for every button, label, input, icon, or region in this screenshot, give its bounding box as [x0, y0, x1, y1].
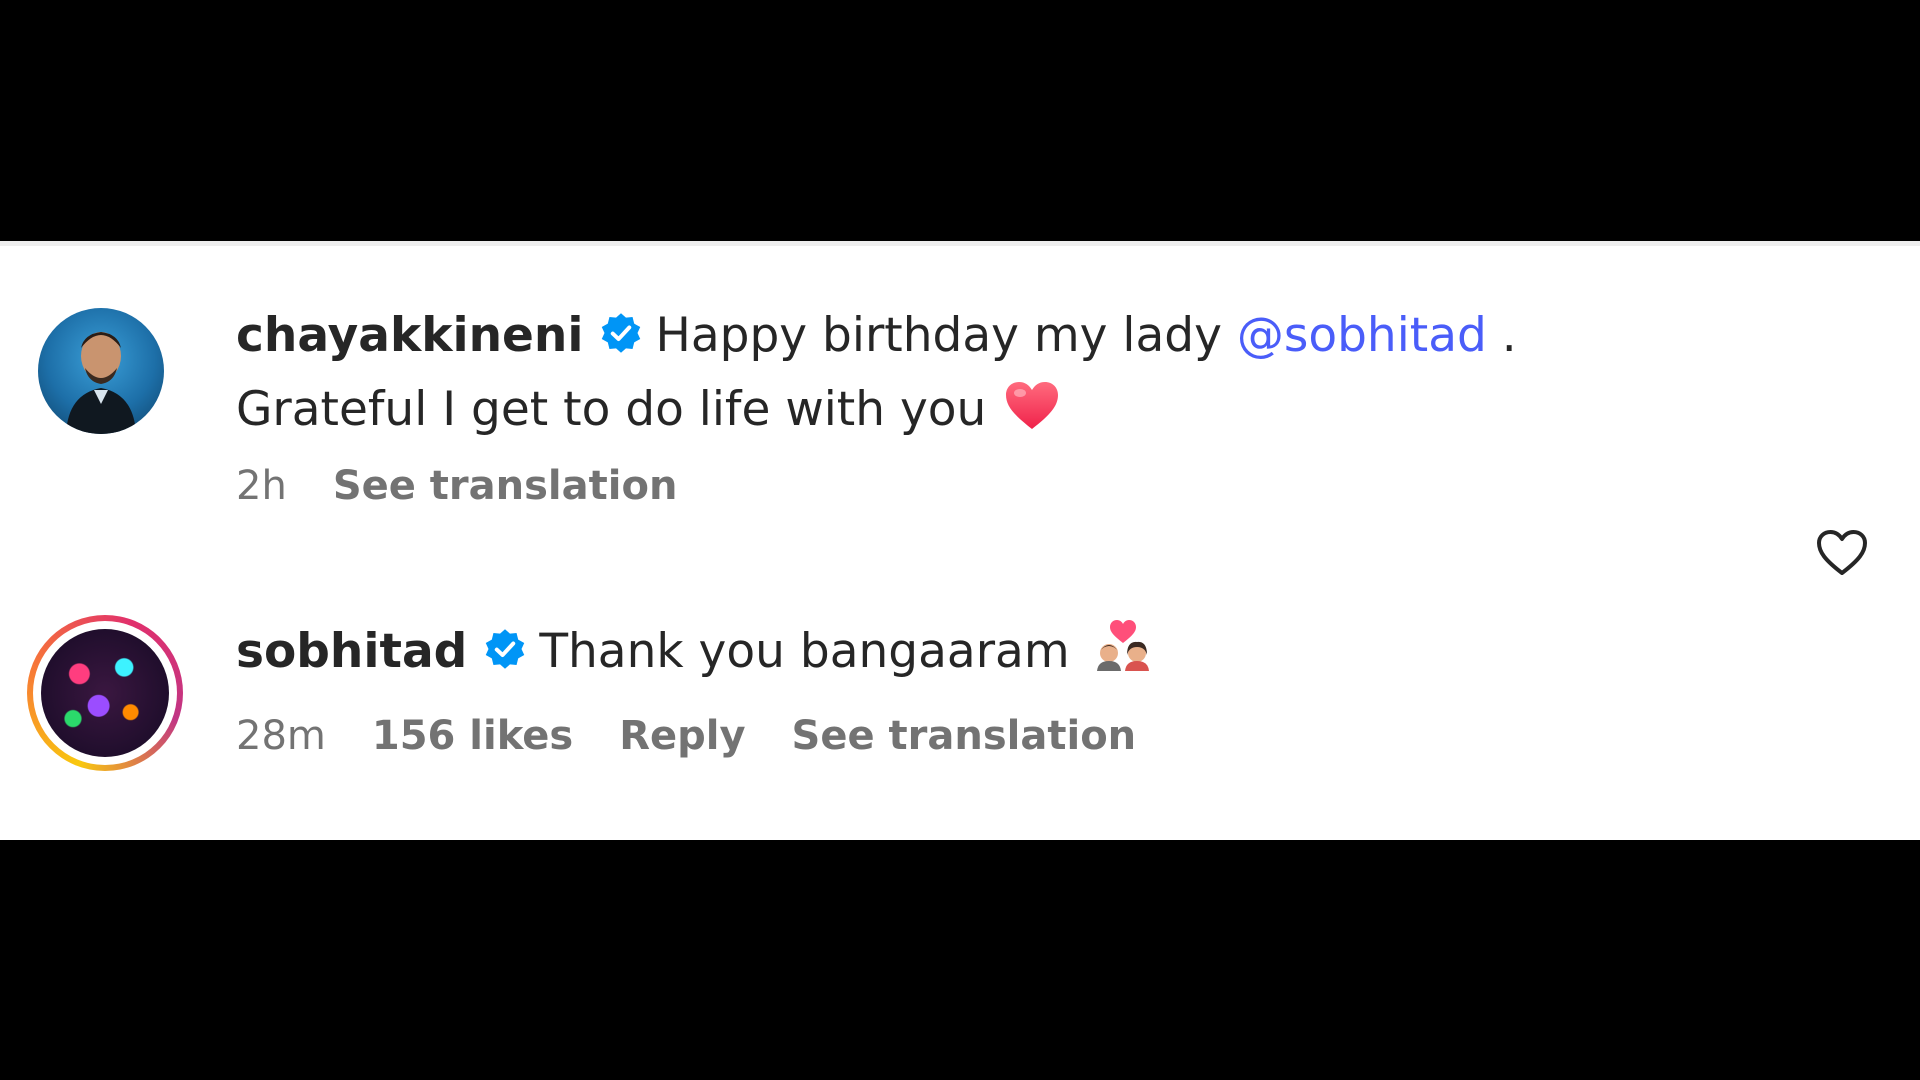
likes-count-button[interactable]: 156 likes: [372, 713, 573, 759]
comment-username[interactable]: chayakkineni: [236, 308, 583, 363]
comment-text-block: sobhitad Thank you bangaaram: [236, 617, 1720, 691]
avatar[interactable]: [41, 629, 169, 757]
couple-with-heart-icon: [1094, 619, 1152, 691]
verified-badge-icon: [599, 305, 643, 375]
comment-meta: 2h See translation: [236, 463, 723, 509]
mention-link[interactable]: @sobhitad: [1237, 308, 1487, 363]
heart-outline-icon[interactable]: [1816, 529, 1868, 577]
avatar[interactable]: [38, 308, 164, 434]
comment-meta: 28m 156 likes Reply See translation: [236, 713, 1182, 759]
comment-time: 28m: [236, 713, 326, 759]
comment-text: Thank you bangaaram: [539, 624, 1070, 679]
verified-badge-icon: [483, 621, 527, 691]
comment-time: 2h: [236, 463, 287, 509]
reply-button[interactable]: Reply: [619, 713, 745, 759]
red-heart-icon: [1004, 381, 1060, 451]
comment-text: Happy birthday my lady: [655, 308, 1237, 363]
see-translation-button[interactable]: See translation: [792, 713, 1137, 759]
comments-panel: chayakkineni Happy birthday my lady @sob…: [0, 241, 1920, 840]
screenshot-frame: chayakkineni Happy birthday my lady @sob…: [0, 0, 1920, 1080]
comment-text-block: chayakkineni Happy birthday my lady @sob…: [236, 301, 1720, 451]
divider: [0, 241, 1920, 246]
see-translation-button[interactable]: See translation: [333, 463, 678, 509]
comment-username[interactable]: sobhitad: [236, 624, 467, 679]
